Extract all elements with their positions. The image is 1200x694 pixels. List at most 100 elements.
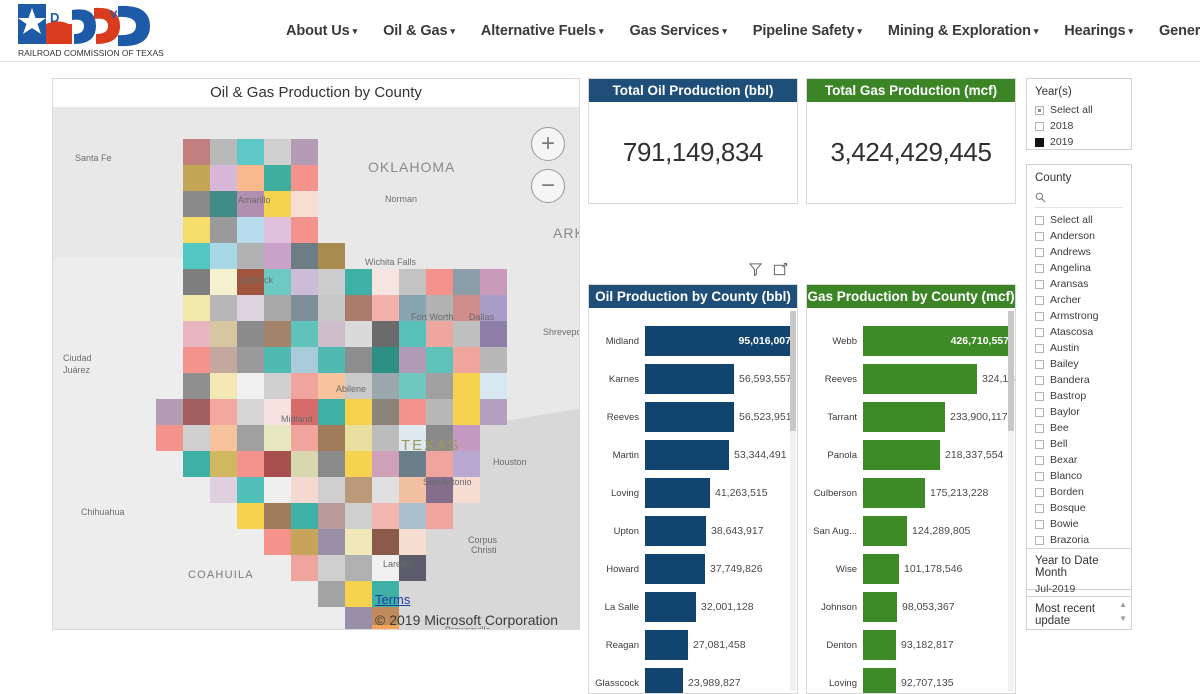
map-county-shape[interactable] bbox=[345, 503, 372, 529]
map-county-shape[interactable] bbox=[426, 321, 453, 347]
map-county-shape[interactable] bbox=[183, 347, 210, 373]
checkbox-icon[interactable] bbox=[1035, 105, 1044, 115]
map-county-shape[interactable] bbox=[318, 321, 345, 347]
map-county-shape[interactable] bbox=[291, 347, 318, 373]
map-county-shape[interactable] bbox=[318, 399, 345, 425]
gas-bars-plot[interactable]: Webb 426,710,557 Reeves 324,188,822 Tarrant 2… bbox=[807, 308, 1015, 693]
map-county-shape[interactable] bbox=[210, 451, 237, 477]
map-county-shape[interactable] bbox=[318, 555, 345, 581]
bar-fill[interactable] bbox=[863, 592, 897, 622]
nav-item-pipeline-safety[interactable]: Pipeline Safety ▾ bbox=[753, 23, 862, 39]
map-county-shape[interactable] bbox=[372, 347, 399, 373]
bar-fill[interactable] bbox=[645, 630, 688, 660]
bar-chart-row[interactable]: Howard 37,749,826 bbox=[593, 550, 793, 588]
checkbox-icon[interactable] bbox=[1035, 215, 1044, 225]
bar-chart-row[interactable]: Upton 38,643,917 bbox=[593, 512, 793, 550]
bar-chart-gas-by-county[interactable]: Gas Production by County (mcf) Webb 426,7… bbox=[806, 284, 1016, 694]
map-visual[interactable]: Oil & Gas Production by County Santa Fe O… bbox=[52, 78, 580, 630]
map-county-shape[interactable] bbox=[426, 347, 453, 373]
checkbox-icon[interactable] bbox=[1035, 487, 1044, 497]
map-county-shape[interactable] bbox=[237, 347, 264, 373]
map-county-shape[interactable] bbox=[264, 529, 291, 555]
map-county-shape[interactable] bbox=[345, 451, 372, 477]
county-option[interactable]: Bexar bbox=[1035, 452, 1123, 468]
county-option[interactable]: Select all bbox=[1035, 212, 1123, 228]
bar-chart-row[interactable]: Culberson 175,213,228 bbox=[811, 474, 1011, 512]
bar-fill[interactable] bbox=[863, 402, 945, 432]
county-option[interactable]: Bailey bbox=[1035, 356, 1123, 372]
map-county-shape[interactable] bbox=[426, 269, 453, 295]
map-county-shape[interactable] bbox=[237, 165, 264, 191]
map-county-shape[interactable] bbox=[291, 373, 318, 399]
map-county-shape[interactable] bbox=[480, 269, 507, 295]
map-county-shape[interactable] bbox=[291, 217, 318, 243]
bar-fill[interactable] bbox=[645, 668, 683, 693]
map-county-shape[interactable] bbox=[372, 529, 399, 555]
county-option[interactable]: Bowie bbox=[1035, 516, 1123, 532]
checkbox-icon[interactable] bbox=[1035, 279, 1044, 289]
county-option[interactable]: Bosque bbox=[1035, 500, 1123, 516]
map-county-shape[interactable] bbox=[345, 399, 372, 425]
focus-mode-icon[interactable] bbox=[773, 262, 788, 277]
checkbox-icon[interactable] bbox=[1035, 471, 1044, 481]
map-county-shape[interactable] bbox=[210, 425, 237, 451]
bar-chart-row[interactable]: Johnson 98,053,367 bbox=[811, 588, 1011, 626]
map-county-shape[interactable] bbox=[345, 347, 372, 373]
bar-chart-row[interactable]: Wise 101,178,546 bbox=[811, 550, 1011, 588]
map-county-shape[interactable] bbox=[453, 347, 480, 373]
year-option[interactable]: Select all bbox=[1035, 102, 1123, 118]
map-county-shape[interactable] bbox=[183, 139, 210, 165]
map-county-shape[interactable] bbox=[183, 399, 210, 425]
nav-item-general-counsel[interactable]: General Counsel ▾ bbox=[1159, 23, 1200, 39]
nav-item-gas-services[interactable]: Gas Services ▾ bbox=[629, 23, 726, 39]
map-county-shape[interactable] bbox=[372, 425, 399, 451]
county-option[interactable]: Angelina bbox=[1035, 260, 1123, 276]
nav-item-alternative-fuels[interactable]: Alternative Fuels ▾ bbox=[481, 23, 604, 39]
map-county-shape[interactable] bbox=[399, 477, 426, 503]
map-zoom-in-button[interactable]: + bbox=[531, 127, 565, 161]
gas-scrollbar-thumb[interactable] bbox=[1008, 311, 1014, 431]
map-county-shape[interactable] bbox=[264, 451, 291, 477]
bar-chart-row[interactable]: Panola 218,337,554 bbox=[811, 436, 1011, 474]
checkbox-icon[interactable] bbox=[1035, 231, 1044, 241]
bar-chart-row[interactable]: Loving 92,707,135 bbox=[811, 664, 1011, 693]
bar-fill[interactable] bbox=[863, 516, 907, 546]
map-county-shape[interactable] bbox=[318, 269, 345, 295]
bar-fill[interactable] bbox=[863, 630, 896, 660]
map-county-shape[interactable] bbox=[399, 321, 426, 347]
map-county-shape[interactable] bbox=[453, 399, 480, 425]
bar-chart-row[interactable]: Tarrant 233,900,117 bbox=[811, 398, 1011, 436]
map-county-shape[interactable] bbox=[264, 347, 291, 373]
map-county-shape[interactable] bbox=[291, 529, 318, 555]
checkbox-icon[interactable] bbox=[1035, 455, 1044, 465]
map-county-shape[interactable] bbox=[210, 321, 237, 347]
bar-chart-row[interactable]: Reeves 56,523,951 bbox=[593, 398, 793, 436]
map-county-shape[interactable] bbox=[426, 399, 453, 425]
county-option[interactable]: Armstrong bbox=[1035, 308, 1123, 324]
bar-fill[interactable] bbox=[645, 592, 696, 622]
map-county-shape[interactable] bbox=[264, 477, 291, 503]
bar-chart-row[interactable]: Martin 53,344,491 bbox=[593, 436, 793, 474]
bar-chart-row[interactable]: Glasscock 23,989,827 bbox=[593, 664, 793, 693]
map-county-shape[interactable] bbox=[480, 373, 507, 399]
map-county-shape[interactable] bbox=[372, 503, 399, 529]
rrc-logo[interactable]: D V RAILROAD COMMISSION OF TEXAS bbox=[6, 2, 166, 60]
bar-fill[interactable] bbox=[863, 364, 977, 394]
map-county-shape[interactable] bbox=[453, 321, 480, 347]
bar-chart-row[interactable]: Loving 41,263,515 bbox=[593, 474, 793, 512]
map-county-shape[interactable] bbox=[264, 165, 291, 191]
map-county-shape[interactable] bbox=[453, 451, 480, 477]
map-county-shape[interactable] bbox=[291, 451, 318, 477]
map-canvas[interactable]: Santa Fe OKLAHOMA Norman ARK Amarillo Lubbock… bbox=[53, 107, 579, 629]
map-county-shape[interactable] bbox=[156, 399, 183, 425]
update-spinner-controls[interactable]: ▲ ▼ bbox=[1119, 601, 1127, 623]
map-county-shape[interactable] bbox=[399, 347, 426, 373]
slicer-years[interactable]: Year(s) Select all 2018 2019 bbox=[1026, 78, 1132, 150]
map-county-shape[interactable] bbox=[318, 347, 345, 373]
checkbox-icon[interactable] bbox=[1035, 391, 1044, 401]
spinner-up-icon[interactable]: ▲ bbox=[1119, 601, 1127, 609]
bar-chart-row[interactable]: Reagan 27,081,458 bbox=[593, 626, 793, 664]
map-county-shape[interactable] bbox=[237, 373, 264, 399]
county-option[interactable]: Anderson bbox=[1035, 228, 1123, 244]
checkbox-icon[interactable] bbox=[1035, 423, 1044, 433]
